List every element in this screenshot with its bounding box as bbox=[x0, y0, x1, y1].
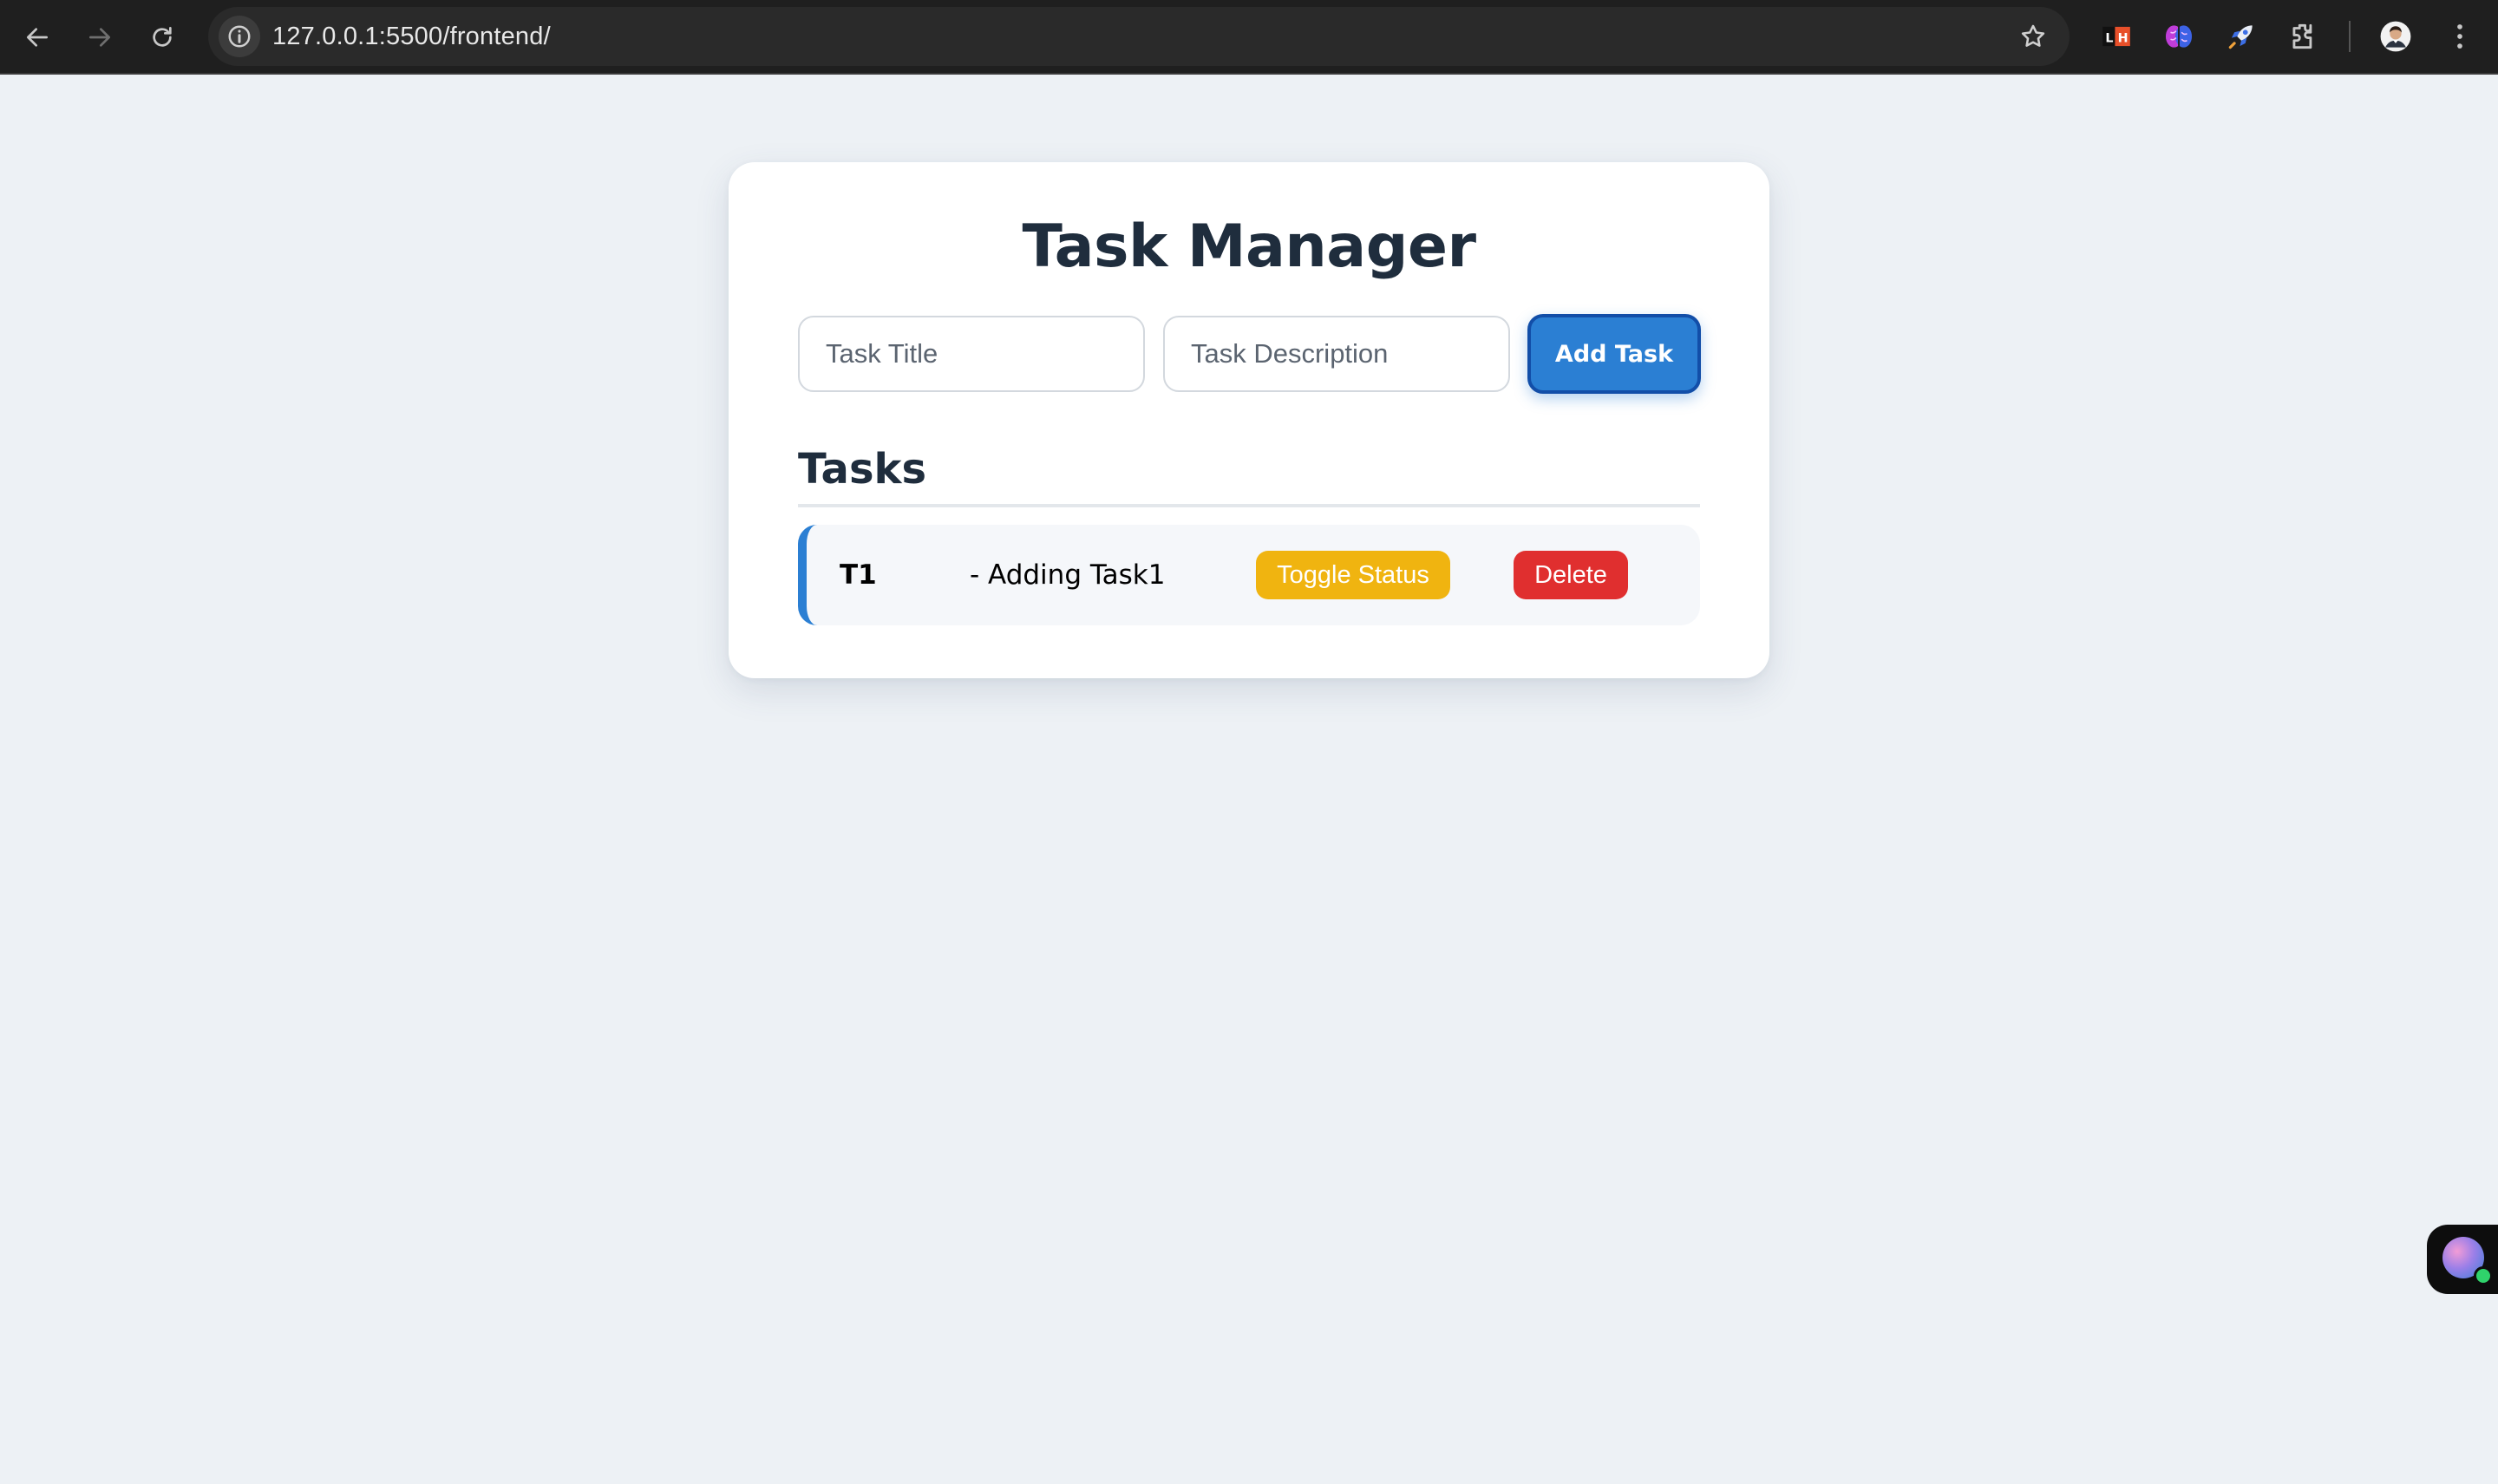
url-text[interactable]: 127.0.0.1:5500/frontend/ bbox=[272, 7, 551, 66]
tasks-heading: Tasks bbox=[798, 445, 927, 494]
site-info-button[interactable] bbox=[219, 16, 260, 57]
toolbar-separator bbox=[2349, 21, 2351, 52]
bookmark-button[interactable] bbox=[2016, 19, 2050, 54]
menu-button[interactable] bbox=[2439, 16, 2481, 57]
task-description: - Adding Task1 bbox=[970, 559, 1166, 591]
forward-button[interactable] bbox=[80, 17, 120, 57]
brain-extension-button[interactable] bbox=[2158, 16, 2200, 57]
page-title: Task Manager bbox=[1022, 212, 1476, 281]
toggle-status-button[interactable]: Toggle Status bbox=[1256, 551, 1450, 599]
star-icon bbox=[2021, 24, 2045, 47]
browser-toolbar: 127.0.0.1:5500/frontend/ L H bbox=[0, 0, 2498, 75]
lighthouse-extension-icon: L H bbox=[2102, 26, 2130, 47]
task-title: T1 bbox=[840, 559, 877, 591]
rocket-extension-button[interactable] bbox=[2220, 16, 2262, 57]
floating-assistant-button[interactable] bbox=[2427, 1225, 2498, 1294]
task-manager-card: Task Manager Add Task Tasks T1 - Adding … bbox=[729, 162, 1769, 678]
arrow-left-icon bbox=[27, 28, 48, 47]
svg-text:L: L bbox=[2105, 31, 2113, 45]
task-item: T1 - Adding Task1 Toggle Status Delete bbox=[798, 525, 1700, 625]
back-button[interactable] bbox=[17, 17, 57, 57]
extensions-button[interactable] bbox=[2283, 16, 2325, 57]
delete-task-button[interactable]: Delete bbox=[1514, 551, 1628, 599]
divider bbox=[798, 504, 1700, 507]
more-vertical-icon bbox=[2457, 24, 2462, 49]
reload-button[interactable] bbox=[142, 17, 182, 57]
avatar-icon bbox=[2380, 21, 2411, 52]
info-icon bbox=[228, 25, 251, 48]
puzzle-icon bbox=[2292, 23, 2312, 49]
lighthouse-extension-button[interactable]: L H bbox=[2096, 16, 2137, 57]
rocket-icon bbox=[2228, 25, 2253, 49]
svg-text:H: H bbox=[2118, 31, 2129, 45]
address-bar[interactable]: 127.0.0.1:5500/frontend/ bbox=[208, 7, 2070, 66]
brain-extension-icon bbox=[2165, 25, 2193, 48]
task-description-input[interactable] bbox=[1163, 316, 1510, 392]
online-status-dot bbox=[2474, 1266, 2493, 1285]
reload-icon bbox=[153, 27, 172, 47]
task-title-input[interactable] bbox=[798, 316, 1145, 392]
arrow-right-icon bbox=[89, 28, 110, 47]
profile-button[interactable] bbox=[2375, 16, 2416, 57]
add-task-button[interactable]: Add Task bbox=[1527, 314, 1701, 394]
